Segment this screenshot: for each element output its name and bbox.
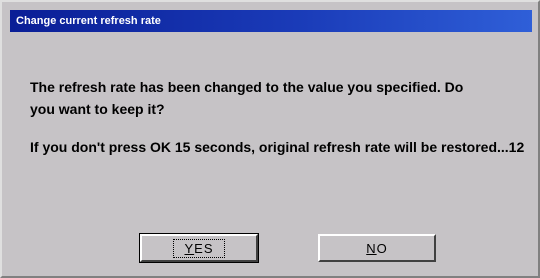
no-button-label: NO: [366, 240, 388, 256]
no-button[interactable]: NO: [318, 234, 436, 262]
confirmation-message: The refresh rate has been changed to the…: [30, 79, 464, 117]
focus-rectangle: YES: [173, 238, 225, 258]
countdown-message: If you don't press OK 15 seconds, origin…: [30, 139, 525, 155]
yes-button[interactable]: YES: [139, 233, 259, 263]
yes-button-label: YES: [184, 240, 214, 256]
refresh-rate-dialog: Change current refresh rate The refresh …: [0, 0, 540, 278]
dialog-title: Change current refresh rate: [10, 10, 532, 32]
